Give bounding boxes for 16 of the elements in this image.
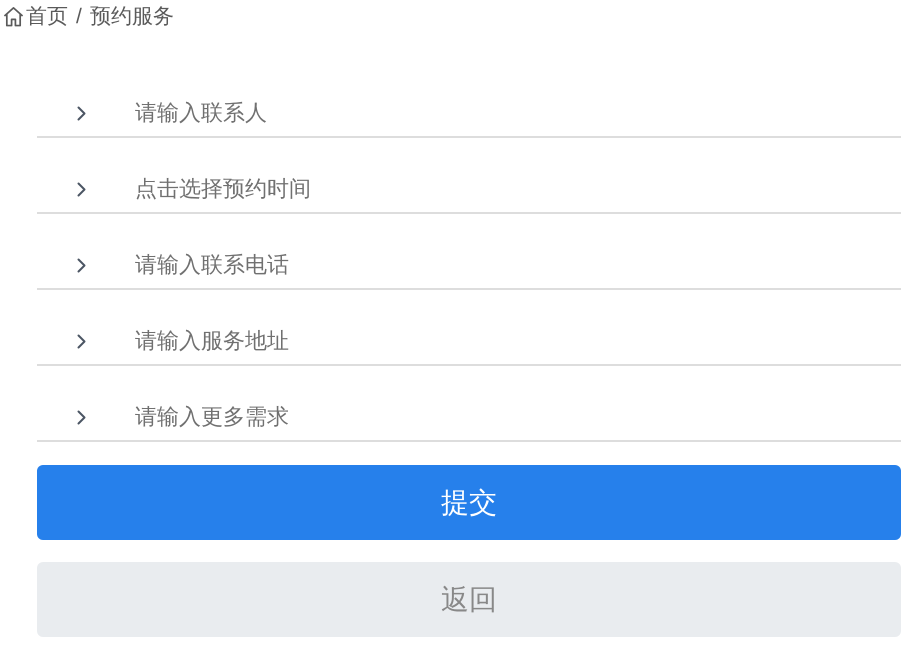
input-field[interactable]: 点击选择预约时间	[135, 166, 901, 212]
breadcrumb-current: 预约服务	[90, 6, 174, 26]
breadcrumb-link[interactable]: 首页	[26, 6, 68, 26]
input-field[interactable]: 请输入更多需求	[135, 394, 901, 440]
breadcrumb-separator: /	[76, 6, 82, 26]
chevron-right-icon	[77, 334, 86, 348]
chevron-right-icon	[77, 410, 86, 424]
submit-button[interactable]: 提交	[37, 465, 901, 540]
chevron-right-icon	[77, 182, 86, 196]
home-icon[interactable]	[3, 6, 24, 26]
back-button[interactable]: 返回	[37, 562, 901, 637]
input-field[interactable]: 请输入联系电话	[135, 242, 901, 288]
chevron-right-icon	[77, 106, 86, 120]
chevron-right-icon	[77, 258, 86, 272]
input-field[interactable]: 请输入服务地址	[135, 318, 901, 364]
input-field[interactable]: 请输入联系人	[135, 90, 901, 136]
